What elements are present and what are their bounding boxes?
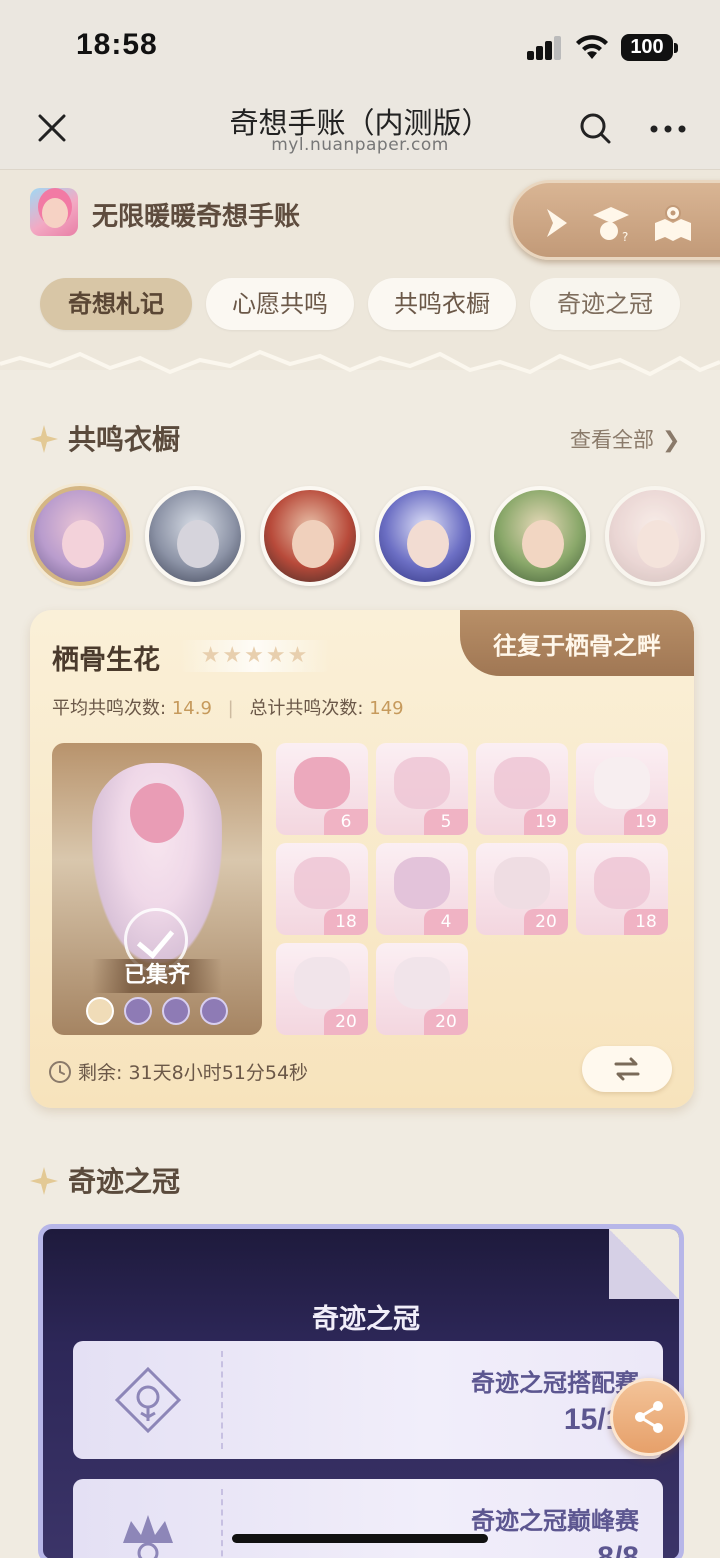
- chevron-right-icon: ❯: [662, 428, 681, 453]
- total-resonance-value: 149: [369, 698, 404, 719]
- app-name: 无限暖暖奇想手账: [92, 202, 301, 232]
- play-arrow-icon[interactable]: [535, 201, 579, 245]
- swap-button[interactable]: [582, 1046, 672, 1092]
- clock-icon: [49, 1061, 71, 1083]
- outfit-piece-headpiece[interactable]: 20: [376, 943, 468, 1035]
- crown-peak-progress: 8/8: [597, 1541, 639, 1558]
- more-icon[interactable]: [648, 114, 688, 144]
- stage-icon[interactable]: [86, 997, 114, 1025]
- crown-card-title: 奇迹之冠: [312, 1304, 420, 1335]
- outfit-piece-wings[interactable]: 19: [476, 743, 568, 835]
- outfit-piece-hair[interactable]: 6: [276, 743, 368, 835]
- avg-resonance-label: 平均共鸣次数:: [52, 698, 167, 719]
- crown-emblem-icon: [123, 1515, 173, 1558]
- torn-paper-divider: [0, 340, 720, 377]
- resonance-stats: 平均共鸣次数: 14.9 | 总计共鸣次数: 149: [52, 694, 404, 720]
- outfit-piece-gloves[interactable]: 18: [576, 843, 668, 935]
- search-icon[interactable]: [575, 108, 615, 148]
- outfit-piece-socks[interactable]: 19: [576, 743, 668, 835]
- sparkle-icon: [30, 425, 58, 453]
- folded-corner: [609, 1229, 679, 1299]
- outfit-avatar[interactable]: [490, 486, 590, 586]
- piece-count: 20: [424, 1009, 468, 1035]
- outfit-piece-accessory[interactable]: 20: [276, 943, 368, 1035]
- rarity-stars: ★★★★★: [180, 640, 330, 672]
- outfit-hero-image[interactable]: 已集齐: [52, 743, 262, 1035]
- outfit-avatar[interactable]: [30, 486, 130, 586]
- piece-count: 6: [324, 809, 368, 835]
- row-divider: [221, 1351, 223, 1449]
- piece-count: 19: [524, 809, 568, 835]
- piece-count: 18: [324, 909, 368, 935]
- outfit-figure-hair: [130, 783, 184, 843]
- section-title-text: 奇迹之冠: [68, 1165, 181, 1198]
- rose-emblem-icon: [114, 1366, 182, 1434]
- see-all-link[interactable]: 查看全部 ❯: [570, 424, 680, 454]
- total-resonance-label: 总计共鸣次数:: [249, 698, 364, 719]
- outfit-avatar[interactable]: [605, 486, 705, 586]
- piece-count: 5: [424, 809, 468, 835]
- outfit-avatar[interactable]: [260, 486, 360, 586]
- status-time: 18:58: [76, 28, 158, 61]
- home-indicator[interactable]: [232, 1534, 488, 1543]
- piece-count: 20: [524, 909, 568, 935]
- status-bar: 18:58 100: [0, 0, 720, 90]
- outfit-piece-earrings[interactable]: 18: [276, 843, 368, 935]
- crown-contest-label: 奇迹之冠搭配赛: [471, 1369, 639, 1397]
- stage-icon[interactable]: [200, 997, 228, 1025]
- outfit-piece-necklace[interactable]: 20: [476, 843, 568, 935]
- tab-resonance-wardrobe[interactable]: 共鸣衣橱: [368, 278, 516, 330]
- nav-bar: 奇想手账（内测版） myl.nuanpaper.com: [0, 90, 720, 170]
- outfit-avatar[interactable]: [145, 486, 245, 586]
- crown-peak-row[interactable]: 奇迹之冠巅峰赛 8/8: [73, 1479, 663, 1558]
- row-divider: [221, 1489, 223, 1558]
- section-title-crown: 奇迹之冠: [30, 1160, 180, 1200]
- svg-text:?: ?: [622, 230, 628, 244]
- outfit-piece-dress[interactable]: 4: [376, 843, 468, 935]
- see-all-label: 查看全部: [570, 428, 654, 452]
- crown-card[interactable]: 奇迹之冠 奇迹之冠搭配赛 15/15 奇迹之冠巅峰赛 8/8: [38, 1224, 684, 1558]
- stats-divider: |: [227, 698, 234, 719]
- remaining-time: 剩余: 31天8小时51分54秒: [48, 1058, 308, 1085]
- outfit-avatar[interactable]: [375, 486, 475, 586]
- tab-miracle-crown[interactable]: 奇迹之冠: [530, 278, 680, 330]
- piece-count: 4: [424, 909, 468, 935]
- crown-contest-row[interactable]: 奇迹之冠搭配赛 15/15: [73, 1341, 663, 1459]
- tab-bar: 奇想札记 心愿共鸣 共鸣衣橱 奇迹之冠: [40, 278, 720, 330]
- cellular-signal-icon: [527, 36, 563, 60]
- stage-icon[interactable]: [124, 997, 152, 1025]
- battery-indicator: 100: [621, 34, 678, 61]
- avg-resonance-value: 14.9: [171, 698, 212, 719]
- evolution-stages: [52, 997, 262, 1027]
- section-title-text: 共鸣衣橱: [68, 423, 181, 456]
- tab-wish-resonance[interactable]: 心愿共鸣: [206, 278, 354, 330]
- tab-notes[interactable]: 奇想札记: [40, 278, 192, 330]
- section-title-wardrobe: 共鸣衣橱: [30, 418, 180, 458]
- share-icon: [635, 1401, 663, 1433]
- tool-panel: ?: [510, 180, 720, 260]
- remaining-time-text: 剩余: 31天8小时51分54秒: [78, 1062, 309, 1084]
- map-pin-icon[interactable]: [651, 201, 695, 245]
- outfit-piece-shoes[interactable]: 5: [376, 743, 468, 835]
- collected-badge: 已集齐: [92, 959, 222, 993]
- outfit-name: 栖骨生花: [52, 645, 160, 676]
- app-logo: [30, 188, 78, 236]
- outfit-card: 栖骨生花 ★★★★★ 往复于栖骨之畔 平均共鸣次数: 14.9 | 总计共鸣次数…: [30, 610, 694, 1108]
- piece-count: 20: [324, 1009, 368, 1035]
- outfit-series-ribbon: 往复于栖骨之畔: [460, 610, 694, 676]
- share-button[interactable]: [610, 1378, 688, 1456]
- wifi-icon: [576, 35, 608, 59]
- stage-icon[interactable]: [162, 997, 190, 1025]
- scholar-help-icon[interactable]: ?: [589, 201, 633, 245]
- piece-count: 18: [624, 909, 668, 935]
- swap-arrows-icon: [614, 1057, 640, 1081]
- sparkle-icon: [30, 1167, 58, 1195]
- piece-count: 19: [624, 809, 668, 835]
- crown-peak-label: 奇迹之冠巅峰赛: [471, 1507, 639, 1535]
